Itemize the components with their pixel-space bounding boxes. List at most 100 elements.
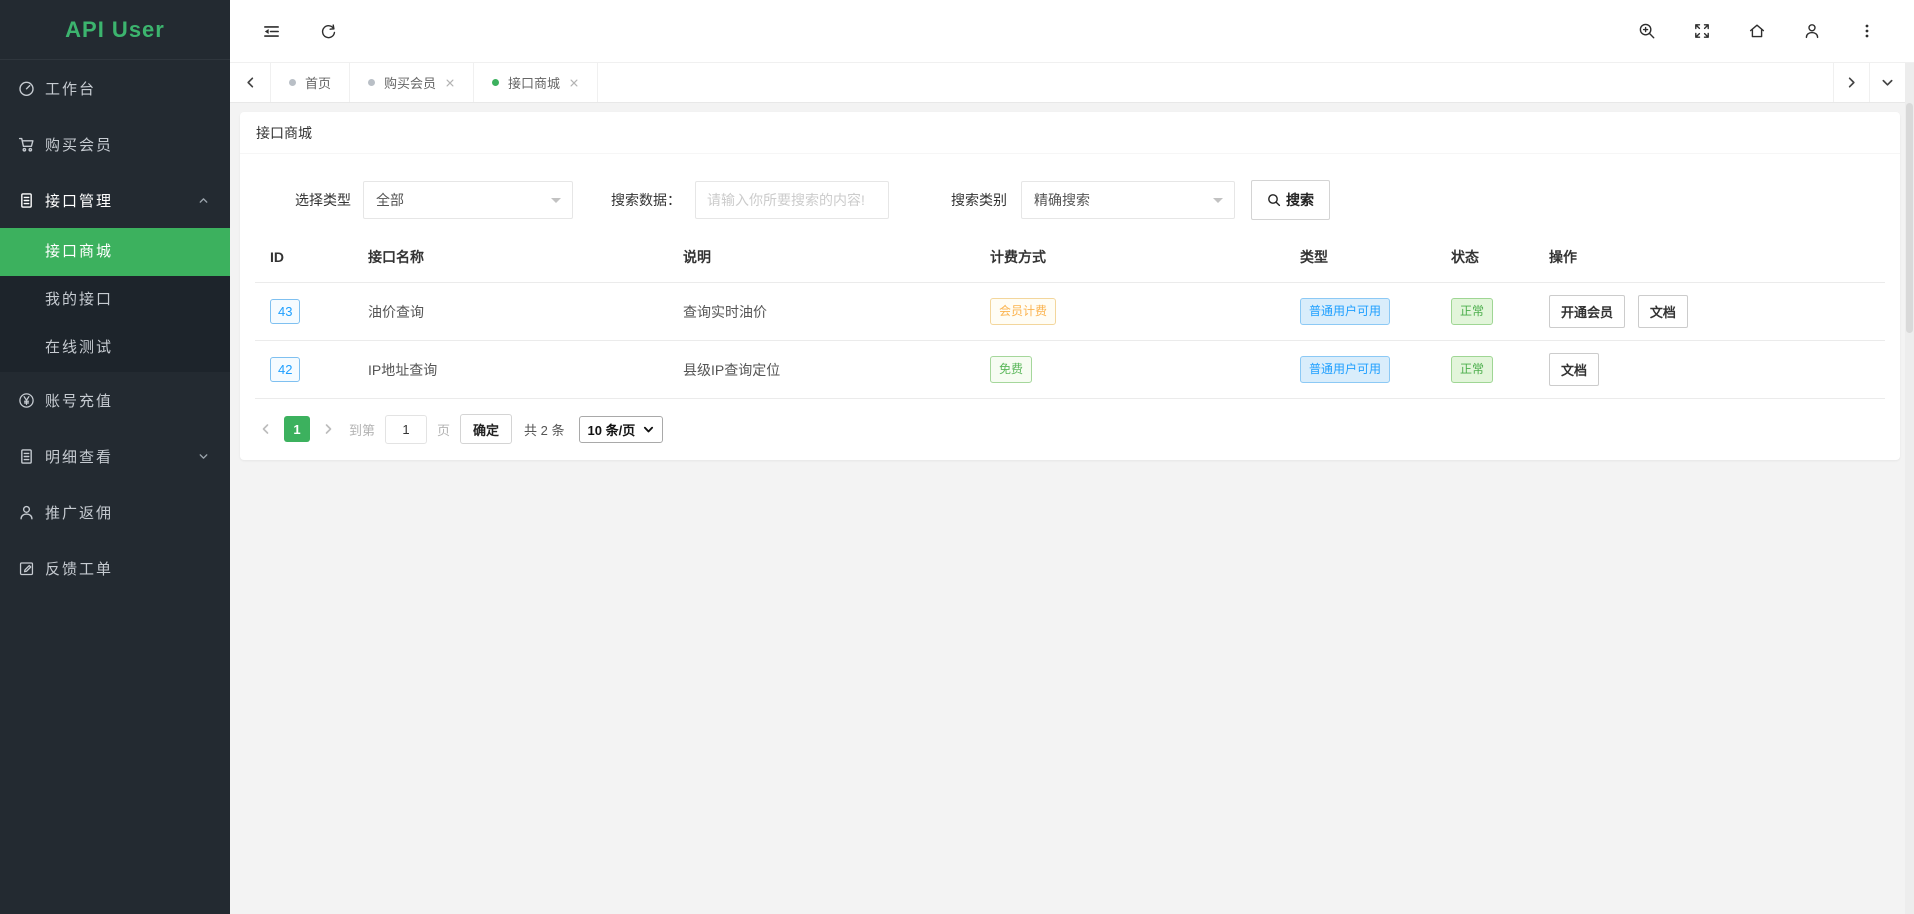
doc-button[interactable]: 文档 [1549, 353, 1599, 386]
sidebar-item-label: 账号充值 [45, 390, 113, 411]
user-icon [18, 504, 35, 521]
prev-page-button[interactable] [255, 423, 277, 435]
search-input-label: 搜索数据： [611, 190, 681, 210]
chevron-up-icon [197, 194, 210, 207]
confirm-page-button[interactable]: 确定 [460, 414, 512, 444]
yen-icon [18, 392, 35, 409]
sidebar: API User 工作台 购买会员 接口管理 接口商城 [0, 0, 230, 914]
sidebar-item-label: 推广返佣 [45, 502, 113, 523]
type-select[interactable]: 全部 [363, 181, 573, 219]
caret-down-icon [1213, 198, 1223, 208]
col-header-status: 状态 [1451, 232, 1549, 283]
api-name-cell: IP地址查询 [368, 341, 683, 399]
api-mall-card: 接口商城 选择类型 全部 搜索数据： 搜索类别 精确搜索 [240, 112, 1900, 460]
search-button[interactable]: 搜索 [1251, 180, 1330, 220]
sidebar-item-detail-view[interactable]: 明细查看 [0, 428, 230, 484]
page-unit-label: 页 [437, 420, 450, 439]
tabs-scroll-left-button[interactable] [230, 63, 270, 102]
sidebar-item-label: 接口商城 [45, 243, 113, 260]
billing-badge: 会员计费 [990, 298, 1056, 324]
fullscreen-icon[interactable] [1693, 22, 1711, 40]
page-size-select[interactable]: 10 条/页 [579, 416, 664, 443]
tabs-menu-button[interactable] [1869, 63, 1905, 102]
tab-home[interactable]: 首页 [270, 63, 350, 102]
dashboard-icon [18, 80, 35, 97]
page-1-button[interactable]: 1 [284, 416, 310, 442]
cart-icon [18, 136, 35, 153]
col-header-type: 类型 [1300, 232, 1451, 283]
table-header-row: ID 接口名称 说明 计费方式 类型 状态 操作 [255, 232, 1885, 283]
card-body: 选择类型 全部 搜索数据： 搜索类别 精确搜索 [240, 154, 1900, 460]
tab-label: 接口商城 [508, 73, 560, 92]
main-area: 首页 购买会员 接口商城 [230, 0, 1914, 914]
sidebar-item-label: 接口管理 [45, 190, 113, 211]
sidebar-item-online-test[interactable]: 在线测试 [0, 324, 230, 372]
search-button-label: 搜索 [1286, 190, 1314, 210]
id-badge: 43 [270, 299, 300, 325]
goto-page-label: 到第 [349, 420, 375, 439]
sidebar-item-label: 我的接口 [45, 291, 113, 308]
caret-down-icon [551, 198, 561, 208]
tab-buy-member[interactable]: 购买会员 [350, 63, 474, 102]
tab-status-dot [368, 79, 375, 86]
document-icon [18, 448, 35, 465]
tab-status-dot [289, 79, 296, 86]
col-header-billing: 计费方式 [990, 232, 1300, 283]
sidebar-item-buy-member[interactable]: 购买会员 [0, 116, 230, 172]
card-title: 接口商城 [240, 112, 1900, 154]
chevron-down-icon [197, 450, 210, 463]
status-badge: 正常 [1451, 298, 1493, 324]
next-page-button[interactable] [317, 423, 339, 435]
tabbar: 首页 购买会员 接口商城 [230, 63, 1914, 103]
sidebar-item-label: 反馈工单 [45, 558, 113, 579]
goto-page-input[interactable] [385, 415, 427, 444]
api-table: ID 接口名称 说明 计费方式 类型 状态 操作 43 [255, 232, 1885, 399]
magnifier-icon [1267, 193, 1281, 207]
type-select-value: 全部 [376, 190, 404, 210]
col-header-description: 说明 [683, 232, 990, 283]
tab-label: 购买会员 [384, 73, 436, 92]
status-badge: 正常 [1451, 356, 1493, 382]
app-logo: API User [0, 0, 230, 60]
sidebar-item-my-api[interactable]: 我的接口 [0, 276, 230, 324]
sidebar-item-label: 购买会员 [45, 134, 113, 155]
user-icon[interactable] [1803, 22, 1821, 40]
page-scrollbar[interactable] [1905, 63, 1914, 914]
tab-api-mall[interactable]: 接口商城 [474, 63, 598, 102]
page-scrollbar-thumb[interactable] [1906, 103, 1913, 333]
category-select[interactable]: 精确搜索 [1021, 181, 1235, 219]
chevron-down-icon [643, 424, 654, 435]
open-member-button[interactable]: 开通会员 [1549, 295, 1625, 328]
search-icon[interactable] [1638, 22, 1656, 40]
pagination: 1 到第 页 确定 共 2 条 10 条/页 [255, 414, 1885, 444]
col-header-actions: 操作 [1549, 232, 1885, 283]
tabbar-spacer [598, 63, 1833, 102]
id-badge: 42 [270, 357, 300, 383]
category-select-value: 精确搜索 [1034, 190, 1090, 210]
filter-row: 选择类型 全部 搜索数据： 搜索类别 精确搜索 [295, 180, 1885, 220]
page-size-value: 10 条/页 [588, 420, 636, 439]
document-icon [18, 192, 35, 209]
sidebar-item-api-mall[interactable]: 接口商城 [0, 228, 230, 276]
table-row: 42 IP地址查询 县级IP查询定位 免费 普通用户可用 正常 文档 [255, 341, 1885, 399]
content-area: 接口商城 选择类型 全部 搜索数据： 搜索类别 精确搜索 [230, 103, 1914, 914]
tabs-scroll-right-button[interactable] [1833, 63, 1869, 102]
sidebar-item-recharge[interactable]: 账号充值 [0, 372, 230, 428]
sidebar-collapse-button[interactable] [262, 23, 281, 40]
sidebar-item-feedback[interactable]: 反馈工单 [0, 540, 230, 596]
more-icon[interactable] [1858, 22, 1876, 40]
sidebar-item-workbench[interactable]: 工作台 [0, 60, 230, 116]
tab-status-dot [492, 79, 499, 86]
api-name-cell: 油价查询 [368, 283, 683, 341]
app-root: API User 工作台 购买会员 接口管理 接口商城 [0, 0, 1914, 914]
ticket-icon [18, 560, 35, 577]
home-icon[interactable] [1748, 22, 1766, 40]
search-input[interactable] [695, 181, 889, 219]
close-icon[interactable] [569, 78, 579, 88]
tab-label: 首页 [305, 73, 331, 92]
refresh-icon[interactable] [319, 23, 338, 40]
close-icon[interactable] [445, 78, 455, 88]
sidebar-item-api-manage[interactable]: 接口管理 [0, 172, 230, 228]
sidebar-item-promotion[interactable]: 推广返佣 [0, 484, 230, 540]
doc-button[interactable]: 文档 [1638, 295, 1688, 328]
